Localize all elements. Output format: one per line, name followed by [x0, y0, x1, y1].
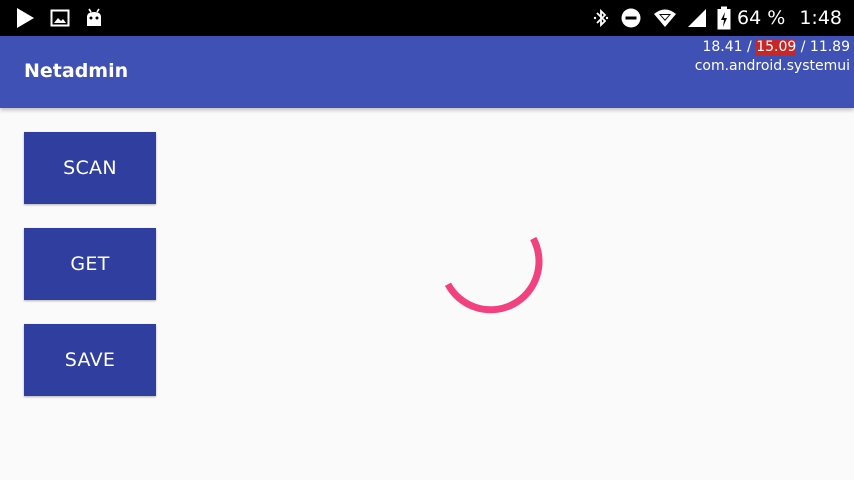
timing-value-1: 18.41: [702, 39, 743, 55]
battery-charging-icon: [717, 6, 731, 30]
cell-signal-icon: [687, 8, 707, 28]
process-name: com.android.systemui: [694, 58, 850, 74]
do-not-disturb-icon: [621, 8, 641, 28]
image-icon: [50, 8, 70, 28]
page-title: Netadmin: [24, 60, 129, 82]
timing-separator: /: [742, 39, 757, 55]
get-button[interactable]: GET: [24, 228, 156, 300]
wifi-icon: [653, 8, 677, 28]
android-debug-icon: [84, 8, 104, 28]
loading-spinner: [436, 232, 550, 326]
frame-timings: 18.41 / 15.09 / 11.89: [695, 38, 850, 57]
timing-value-3: 11.89: [809, 39, 850, 55]
timing-value-2: 15.09: [756, 39, 797, 55]
debug-overlay: 18.41 / 15.09 / 11.89 com.android.system…: [695, 38, 850, 76]
timing-separator: /: [796, 39, 810, 55]
play-store-icon: [14, 7, 36, 29]
scan-button[interactable]: SCAN: [24, 132, 156, 204]
status-bar: 64 % 1:48: [0, 0, 854, 36]
clock: 1:48: [799, 7, 842, 29]
notification-icons: [14, 6, 104, 30]
save-button[interactable]: SAVE: [24, 324, 156, 396]
battery-percent: 64 %: [737, 7, 786, 29]
bluetooth-icon: [593, 7, 609, 29]
system-status-icons: 64 % 1:48: [593, 6, 842, 30]
